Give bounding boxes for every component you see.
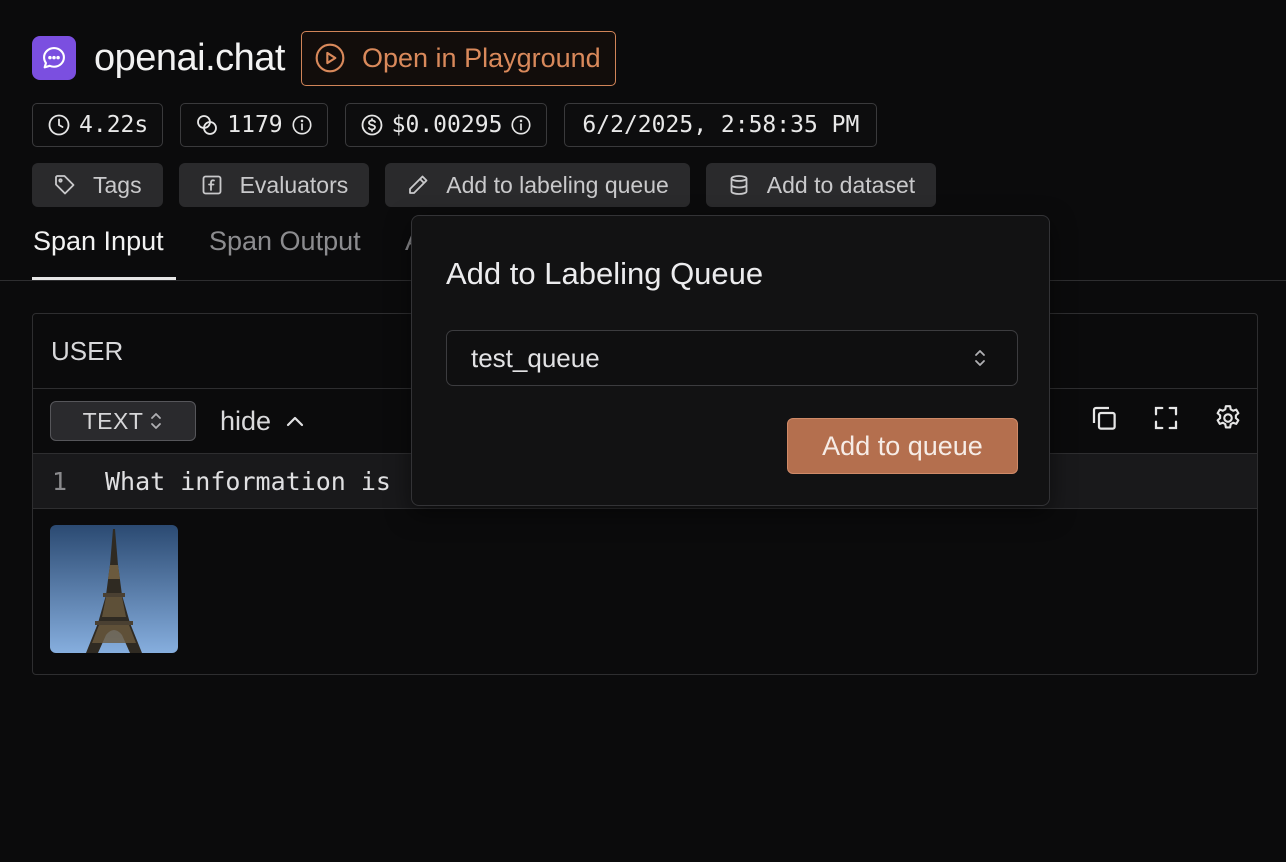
queue-select[interactable]: test_queue — [446, 330, 1018, 386]
message-text: What information is — [105, 466, 391, 496]
chevron-up-down-icon — [975, 350, 985, 366]
hide-toggle[interactable]: hide — [220, 406, 307, 437]
tag-icon — [55, 175, 75, 195]
play-circle-icon — [315, 43, 345, 73]
latency-badge: 4.22s — [32, 103, 164, 147]
cost-badge: $0.00295 — [344, 103, 548, 147]
span-title: openai.chat — [94, 36, 286, 79]
clock-icon — [47, 113, 71, 137]
active-tab-indicator — [32, 277, 176, 280]
line-number: 1 — [52, 466, 68, 496]
format-select[interactable]: TEXT — [50, 401, 196, 441]
labeling-queue-popover: Add to Labeling Queue test_queue Add to … — [411, 215, 1050, 506]
add-to-queue-button[interactable]: Add to queue — [787, 418, 1018, 474]
info-icon[interactable] — [291, 114, 313, 136]
queue-select-value: test_queue — [471, 342, 600, 373]
chevron-up-down-icon — [151, 413, 162, 429]
copy-icon[interactable] — [1089, 403, 1119, 433]
timestamp-badge: 6/2/2025, 2:58:35 PM — [564, 103, 878, 147]
gear-icon[interactable] — [1213, 403, 1243, 433]
tab-span-input[interactable]: Span Input — [33, 226, 164, 257]
labeling-queue-label: Add to labeling queue — [446, 171, 669, 198]
playground-label: Open in Playground — [362, 42, 601, 73]
format-value: TEXT — [82, 407, 144, 434]
eiffel-tower-image[interactable] — [50, 525, 178, 653]
span-metrics: 4.22s 1179 $0.00295 6/2/2025, 2:58:35 PM — [32, 103, 878, 147]
token-count-value: 1179 — [227, 112, 283, 138]
hide-label: hide — [220, 405, 272, 436]
token-count-badge: 1179 — [180, 103, 328, 147]
database-icon — [730, 175, 748, 195]
add-to-labeling-queue-button[interactable]: Add to labeling queue — [385, 163, 690, 207]
chevron-up-icon — [286, 416, 304, 427]
coins-icon — [195, 113, 219, 137]
span-actions: Tags Evaluators Add to labeling queue Ad… — [32, 163, 937, 207]
dataset-label: Add to dataset — [766, 171, 916, 198]
cost-value: $0.00295 — [391, 112, 503, 138]
add-to-dataset-button[interactable]: Add to dataset — [705, 163, 937, 207]
span-header: openai.chat Open in Playground — [32, 30, 616, 86]
evaluators-label: Evaluators — [239, 171, 349, 198]
fullscreen-icon[interactable] — [1151, 403, 1181, 433]
tags-button[interactable]: Tags — [32, 163, 163, 207]
pencil-icon — [409, 175, 428, 194]
tags-label: Tags — [93, 171, 142, 198]
message-attachments — [33, 509, 1257, 653]
dollar-circle-icon — [360, 113, 384, 137]
function-square-icon — [202, 175, 221, 195]
popover-title: Add to Labeling Queue — [446, 256, 764, 291]
timestamp-value: 6/2/2025, 2:58:35 PM — [582, 112, 860, 138]
editor-tools — [1089, 403, 1243, 433]
chat-bubble-icon — [32, 36, 76, 80]
tab-span-output[interactable]: Span Output — [209, 226, 361, 257]
open-in-playground-button[interactable]: Open in Playground — [301, 30, 616, 86]
latency-value: 4.22s — [79, 112, 149, 138]
evaluators-button[interactable]: Evaluators — [178, 163, 370, 207]
info-icon[interactable] — [510, 114, 532, 136]
